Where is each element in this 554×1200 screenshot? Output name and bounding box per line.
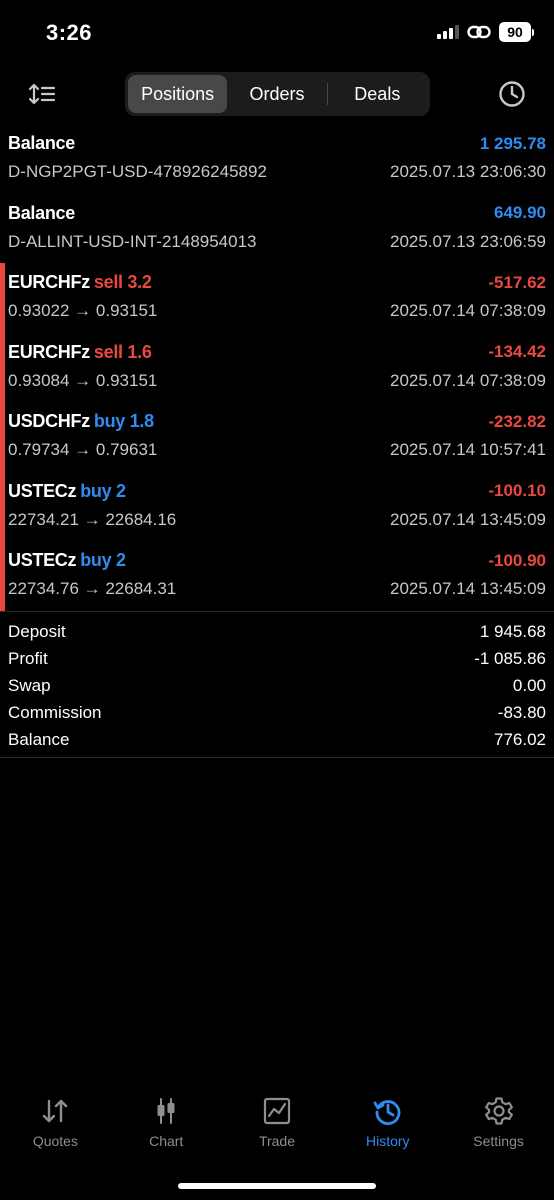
row-title: Balance [8, 133, 75, 153]
tab-label: Trade [258, 1133, 296, 1149]
row-time: 2025.07.13 23:06:59 [390, 231, 546, 251]
row-prices: 0.93022 → 0.93151 [8, 301, 158, 320]
row-symbol: USDCHFz [8, 411, 90, 431]
history-row[interactable]: Balance 1 295.78 D-NGP2PGT-USD-478926245… [0, 124, 554, 194]
sort-icon [28, 83, 56, 105]
summary-bottom-divider [0, 757, 554, 758]
summary-value: -83.80 [497, 702, 546, 722]
row-prices: 22734.76 → 22684.31 [8, 579, 177, 598]
tab-label: History [366, 1133, 410, 1149]
tab-trade[interactable]: Trade [222, 1095, 333, 1165]
row-symbol: USTECz [8, 480, 77, 501]
history-segmented-control: Positions Orders Deals [125, 72, 430, 116]
row-side: sell 3.2 [93, 272, 152, 292]
row-title: Balance [8, 202, 75, 223]
row-time: 2025.07.14 10:57:41 [390, 440, 546, 459]
settings-icon [484, 1097, 513, 1125]
tab-chart[interactable]: Chart [111, 1095, 222, 1165]
cellular-signal-icon [437, 25, 459, 39]
home-indicator [178, 1183, 376, 1189]
tab-quotes[interactable]: Quotes [0, 1095, 111, 1165]
summary-row-balance: Balance 776.02 [0, 726, 554, 753]
summary-label: Deposit [8, 621, 66, 641]
tab-history[interactable]: History [332, 1095, 443, 1165]
tab-label: Settings [473, 1133, 524, 1149]
row-symbol: EURCHFz [8, 341, 90, 362]
clock-icon [499, 81, 525, 107]
summary-value: 0.00 [512, 675, 546, 695]
summary-row-profit: Profit -1 085.86 [0, 645, 554, 672]
row-detail: D-ALLINT-USD-INT-2148954013 [8, 231, 257, 251]
row-symbol: USTECz [8, 550, 77, 570]
history-row[interactable]: USDCHFz buy 1.8 -232.82 0.79734 → 0.79631… [0, 402, 554, 472]
row-prices: 0.93084 → 0.93151 [8, 370, 158, 390]
history-row[interactable]: USTECz buy 2 -100.10 22734.21 → 22684.16 … [0, 471, 554, 542]
tab-settings[interactable]: Settings [443, 1095, 554, 1165]
chart-icon [157, 1098, 175, 1124]
history-row[interactable]: Balance 649.90 D-ALLINT-USD-INT-21489540… [0, 194, 554, 264]
summary-row-commission: Commission -83.80 [0, 699, 554, 726]
row-side: buy 2 [80, 480, 126, 501]
quotes-icon [43, 1099, 68, 1123]
summary-value: -1 085.86 [474, 648, 546, 668]
row-time: 2025.07.14 07:38:09 [390, 301, 546, 320]
row-detail: D-NGP2PGT-USD-478926245892 [8, 162, 267, 181]
history-row[interactable]: EURCHFz sell 3.2 -517.62 0.93022 → 0.9315… [0, 263, 554, 333]
summary-label: Balance [8, 729, 70, 749]
row-prices: 22734.21 → 22684.16 [8, 509, 177, 529]
row-symbol: EURCHFz [8, 272, 90, 292]
row-side: sell 1.6 [93, 341, 152, 362]
period-button[interactable] [496, 78, 528, 110]
status-bar: 3:26 90 [0, 0, 554, 60]
tab-label: Quotes [32, 1133, 78, 1149]
battery-icon: 90 [499, 22, 534, 42]
tab-positions[interactable]: Positions [128, 75, 228, 113]
battery-level: 90 [499, 22, 531, 42]
history-list: Balance 1 295.78 D-NGP2PGT-USD-478926245… [0, 124, 554, 611]
tab-label: Chart [149, 1133, 184, 1149]
row-prices: 0.79734 → 0.79631 [8, 440, 158, 459]
row-amount: -517.62 [488, 272, 546, 292]
status-time: 3:26 [46, 20, 93, 45]
trade-icon [263, 1097, 291, 1125]
link-icon [467, 25, 491, 39]
tab-orders[interactable]: Orders [227, 75, 326, 113]
row-amount: -100.90 [488, 550, 546, 570]
summary-label: Commission [8, 702, 102, 722]
summary-panel: Deposit 1 945.68 Profit -1 085.86 Swap 0… [0, 618, 554, 753]
history-row[interactable]: EURCHFz sell 1.6 -134.42 0.93084 → 0.9315… [0, 332, 554, 403]
history-icon [373, 1100, 401, 1125]
row-time: 2025.07.14 07:38:09 [390, 370, 546, 390]
row-side: buy 2 [80, 550, 126, 570]
bottom-tab-bar: Quotes Chart Trade History Settings [0, 1095, 554, 1165]
row-amount: -232.82 [488, 411, 546, 431]
row-amount: 1 295.78 [479, 133, 546, 153]
history-row[interactable]: USTECz buy 2 -100.90 22734.76 → 22684.31 … [0, 541, 554, 611]
summary-label: Profit [8, 648, 48, 668]
row-amount: -100.10 [488, 481, 546, 500]
summary-label: Swap [8, 675, 51, 695]
sort-button[interactable] [26, 78, 58, 110]
summary-value: 1 945.68 [479, 621, 546, 641]
summary-row-deposit: Deposit 1 945.68 [0, 618, 554, 645]
toolbar: Positions Orders Deals [0, 72, 554, 116]
summary-value: 776.02 [494, 729, 546, 749]
row-amount: 649.90 [494, 203, 546, 222]
row-amount: -134.42 [488, 342, 546, 361]
tab-deals[interactable]: Deals [328, 75, 427, 113]
summary-divider [0, 611, 554, 612]
row-time: 2025.07.13 23:06:30 [390, 162, 546, 181]
row-time: 2025.07.14 13:45:09 [390, 509, 546, 529]
row-time: 2025.07.14 13:45:09 [390, 579, 546, 598]
row-side: buy 1.8 [93, 411, 154, 431]
summary-row-swap: Swap 0.00 [0, 672, 554, 699]
status-icons: 90 [437, 22, 534, 42]
